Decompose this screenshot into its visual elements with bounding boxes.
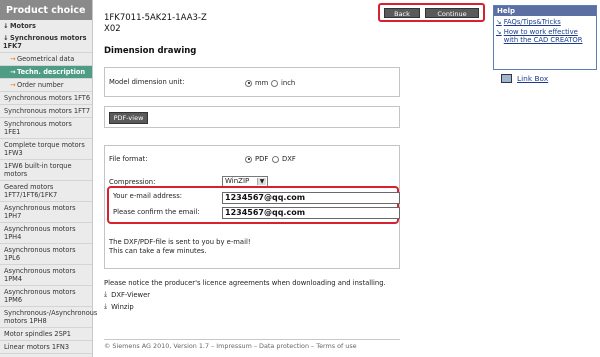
confirm-email-label: Please confirm the email: [113, 208, 200, 216]
download-icon: ⤓ [104, 290, 108, 298]
sidebar-item-1ph7[interactable]: Asynchronous motors 1PH7 [0, 202, 92, 223]
sidebar-nav: ↓Motors ↓Synchronous motors 1FK7 →Geomet… [0, 20, 97, 354]
pdf-view-panel: PDF-view [104, 106, 400, 128]
sidebar-item-2sp1[interactable]: Motor spindles 2SP1 [0, 328, 92, 341]
pdf-view-button[interactable]: PDF-view [109, 112, 148, 124]
arrow-right-icon: → [10, 55, 16, 63]
sidebar-item-1fe1[interactable]: Synchronous motors 1FE1 [0, 118, 92, 139]
format-radio-pdf[interactable]: PDF [245, 155, 268, 163]
cad-creator-help-link[interactable]: ↘ How to work effective with the CAD CREA… [494, 26, 596, 44]
unit-radio-inch[interactable]: inch [271, 79, 295, 87]
chevron-down-icon: ▼ [257, 178, 266, 185]
sidebar-item-order-number[interactable]: →Order number [0, 79, 92, 92]
arrow-right-icon: → [10, 81, 16, 89]
format-radio-dxf[interactable]: DXF [272, 155, 296, 163]
arrow-down-icon: ↓ [3, 34, 9, 42]
download-icon: ⤓ [104, 302, 108, 310]
link-box-link[interactable]: Link Box [501, 74, 548, 83]
compression-label: Compression: [109, 178, 156, 186]
confirm-email-field[interactable]: 1234567@qq.com [222, 207, 400, 219]
sidebar-item-1pm4[interactable]: Asynchronous motors 1PM4 [0, 265, 92, 286]
dxf-viewer-link[interactable]: ⤓ DXF-Viewer [104, 290, 150, 299]
product-code: 1FK7011-5AK21-1AA3-Z X02 [104, 13, 207, 34]
sidebar-item-1fw3[interactable]: Complete torque motors 1FW3 [0, 139, 92, 160]
send-note-line2: This can take a few minutes. [109, 247, 207, 255]
navigation-buttons-highlight: Back Continue [378, 3, 485, 22]
radio-unselected-icon [271, 79, 278, 87]
footer-divider [104, 339, 400, 340]
arrow-down-icon: ↓ [3, 22, 9, 30]
help-title: Help [494, 6, 596, 16]
sidebar-item-1fk7[interactable]: ↓Synchronous motors 1FK7 [0, 32, 92, 53]
sidebar-item-1pl6[interactable]: Asynchronous motors 1PL6 [0, 244, 92, 265]
sidebar-item-motors[interactable]: ↓Motors [0, 20, 92, 32]
continue-button[interactable]: Continue [425, 8, 479, 18]
licence-note: Please notice the producer's licence agr… [104, 279, 386, 287]
email-field[interactable]: 1234567@qq.com [222, 192, 400, 204]
sidebar-item-1fn3[interactable]: Linear motors 1FN3 [0, 341, 92, 354]
sidebar-item-1ft7[interactable]: Synchronous motors 1FT7 [0, 105, 92, 118]
sidebar-item-geared-motors[interactable]: Geared motors 1FT7/1FT6/1FK7 [0, 181, 92, 202]
sidebar-item-techn-description[interactable]: →Techn. description [0, 66, 92, 79]
email-form-panel: File format: PDF DXF Compression: WinZIP… [104, 145, 400, 269]
arrow-link-icon: ↘ [496, 18, 502, 26]
radio-unselected-icon [272, 155, 279, 163]
unit-radio-mm[interactable]: mm [245, 79, 268, 87]
sidebar-item-1pm6[interactable]: Asynchronous motors 1PM6 [0, 286, 92, 307]
help-panel: Help ↘ FAQs/Tips&Tricks ↘ How to work effe… [493, 5, 597, 70]
sidebar-item-1ph8[interactable]: Synchronous-/Asynchronous motors 1PH8 [0, 307, 97, 328]
sidebar-item-geometrical-data[interactable]: →Geometrical data [0, 53, 92, 66]
main-content: 1FK7011-5AK21-1AA3-Z X02 Dimension drawi… [104, 0, 485, 357]
sidebar-title: Product choice [0, 0, 92, 20]
sidebar-item-1fw6[interactable]: 1FW6 built-in torque motors [0, 160, 92, 181]
arrow-right-icon: → [10, 68, 16, 76]
radio-selected-icon [245, 155, 252, 163]
file-format-label: File format: [109, 155, 148, 163]
unit-label: Model dimension unit: [109, 78, 185, 86]
page-title: Dimension drawing [104, 46, 197, 56]
radio-selected-icon [245, 79, 252, 87]
product-choice-sidebar: Product choice ↓Motors ↓Synchronous moto… [0, 0, 97, 357]
back-button[interactable]: Back [384, 8, 420, 18]
winzip-link[interactable]: ⤓ Winzip [104, 302, 134, 311]
sidebar-item-1ph4[interactable]: Asynchronous motors 1PH4 [0, 223, 92, 244]
footer: © Siemens AG 2010, Version 1.7 – Impress… [104, 342, 357, 350]
arrow-link-icon: ↘ [496, 28, 502, 36]
link-box-icon [501, 74, 512, 83]
email-label: Your e-mail address: [113, 192, 183, 200]
send-note-line1: The DXF/PDF-file is sent to you by e-mai… [109, 238, 251, 246]
sidebar-item-1ft6[interactable]: Synchronous motors 1FT6 [0, 92, 92, 105]
faq-link[interactable]: ↘ FAQs/Tips&Tricks [494, 16, 596, 26]
unit-panel: Model dimension unit: mm inch [104, 67, 400, 97]
